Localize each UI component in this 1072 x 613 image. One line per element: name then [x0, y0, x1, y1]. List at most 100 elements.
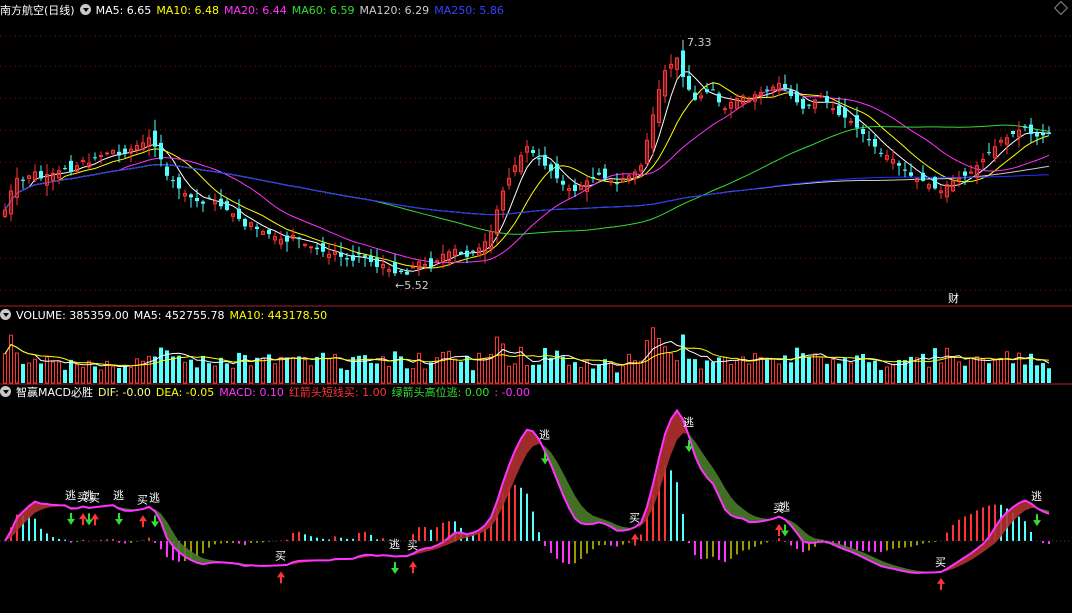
volume-bar-down[interactable] — [1023, 364, 1027, 383]
candle-down[interactable] — [603, 168, 607, 179]
candle-down[interactable] — [69, 160, 73, 172]
volume-bar-down[interactable] — [693, 359, 697, 383]
volume-bar-up[interactable] — [135, 358, 139, 384]
volume-bar-up[interactable] — [819, 356, 823, 384]
volume-bar-down[interactable] — [123, 365, 127, 383]
volume-bar-down[interactable] — [711, 362, 715, 383]
volume-bar-up[interactable] — [9, 334, 13, 384]
volume-bar-up[interactable] — [417, 352, 421, 384]
candle-down[interactable] — [369, 256, 373, 262]
candle-up[interactable] — [81, 160, 85, 163]
finance-marker[interactable]: 财 — [948, 291, 959, 305]
candle-down[interactable] — [549, 164, 553, 171]
volume-bar-up[interactable] — [951, 356, 955, 384]
volume-bar-down[interactable] — [933, 348, 937, 383]
volume-bar-up[interactable] — [1005, 351, 1009, 384]
candle-up[interactable] — [849, 120, 853, 123]
volume-bar-down[interactable] — [339, 368, 343, 383]
volume-bar-up[interactable] — [885, 366, 889, 384]
candle-down[interactable] — [153, 130, 157, 147]
volume-bar-down[interactable] — [681, 334, 685, 383]
volume-bar-up[interactable] — [981, 358, 985, 384]
volume-bar-down[interactable] — [837, 363, 841, 383]
volume-bar-up[interactable] — [669, 352, 673, 384]
candle-down[interactable] — [1011, 130, 1015, 134]
volume-bar-up[interactable] — [645, 340, 649, 384]
volume-bar-up[interactable] — [441, 351, 445, 384]
candle-down[interactable] — [177, 177, 181, 189]
volume-bar-up[interactable] — [57, 361, 61, 384]
candle-down[interactable] — [315, 247, 319, 250]
candle-down[interactable] — [921, 172, 925, 181]
candle-down[interactable] — [765, 89, 769, 91]
candle-down[interactable] — [591, 177, 595, 179]
candle-down[interactable] — [789, 89, 793, 96]
candle-down[interactable] — [471, 250, 475, 252]
volume-bar-up[interactable] — [231, 367, 235, 384]
candle-down[interactable] — [351, 255, 355, 261]
volume-bar-down[interactable] — [687, 358, 691, 383]
volume-bar-up[interactable] — [15, 352, 19, 384]
candle-up[interactable] — [99, 155, 103, 158]
candle-down[interactable] — [807, 104, 811, 106]
candle-down[interactable] — [267, 229, 271, 235]
volume-bar-down[interactable] — [705, 360, 709, 383]
candle-down[interactable] — [537, 158, 541, 160]
volume-bar-down[interactable] — [537, 364, 541, 383]
candle-down[interactable] — [123, 148, 127, 153]
candle-up[interactable] — [819, 95, 823, 98]
volume-bar-up[interactable] — [969, 357, 973, 384]
volume-bar-down[interactable] — [789, 362, 793, 383]
candle-down[interactable] — [195, 197, 199, 202]
candle-up[interactable] — [105, 152, 109, 155]
candle-down[interactable] — [237, 208, 241, 219]
volume-bar-down[interactable] — [1047, 368, 1051, 383]
volume-bar-up[interactable] — [327, 357, 331, 384]
volume-bar-down[interactable] — [405, 368, 409, 383]
candle-down[interactable] — [543, 154, 547, 166]
candle-down[interactable] — [843, 107, 847, 118]
volume-bar-down[interactable] — [237, 352, 241, 383]
candle-down[interactable] — [159, 142, 163, 160]
candle-down[interactable] — [681, 50, 685, 77]
volume-bar-down[interactable] — [459, 361, 463, 383]
volume-bar-up[interactable] — [309, 365, 313, 384]
volume-bar-down[interactable] — [39, 363, 43, 383]
volume-bar-up[interactable] — [759, 356, 763, 384]
volume-bar-up[interactable] — [411, 368, 415, 384]
volume-bar-down[interactable] — [369, 362, 373, 383]
volume-bar-down[interactable] — [825, 363, 829, 383]
candle-down[interactable] — [837, 105, 841, 115]
volume-bar-down[interactable] — [69, 359, 73, 383]
volume-bar-down[interactable] — [765, 359, 769, 383]
volume-bar-up[interactable] — [447, 350, 451, 384]
volume-bar-down[interactable] — [93, 366, 97, 383]
candle-down[interactable] — [963, 171, 967, 176]
candle-down[interactable] — [339, 252, 343, 257]
volume-bar-up[interactable] — [303, 359, 307, 384]
volume-bar-up[interactable] — [453, 358, 457, 384]
volume-bar-down[interactable] — [471, 370, 475, 383]
volume-bar-down[interactable] — [207, 363, 211, 383]
volume-bar-up[interactable] — [513, 363, 517, 384]
candle-down[interactable] — [897, 163, 901, 166]
candle-down[interactable] — [1023, 126, 1027, 128]
volume-bar-up[interactable] — [483, 358, 487, 384]
candle-down[interactable] — [795, 91, 799, 103]
volume-bar-down[interactable] — [573, 362, 577, 383]
volume-bar-down[interactable] — [189, 359, 193, 383]
volume-bar-up[interactable] — [495, 336, 499, 384]
volume-bar-up[interactable] — [777, 363, 781, 384]
volume-bar-up[interactable] — [585, 360, 589, 384]
volume-bar-down[interactable] — [393, 351, 397, 383]
volume-bar-down[interactable] — [897, 359, 901, 383]
candle-down[interactable] — [375, 258, 379, 267]
volume-bar-down[interactable] — [1041, 363, 1045, 383]
candle-down[interactable] — [531, 150, 535, 153]
volume-bar-up[interactable] — [75, 364, 79, 384]
volume-bar-up[interactable] — [621, 365, 625, 384]
volume-bar-up[interactable] — [651, 327, 655, 384]
volume-bar-up[interactable] — [507, 365, 511, 384]
volume-bar-up[interactable] — [753, 353, 757, 384]
candle-down[interactable] — [393, 262, 397, 274]
